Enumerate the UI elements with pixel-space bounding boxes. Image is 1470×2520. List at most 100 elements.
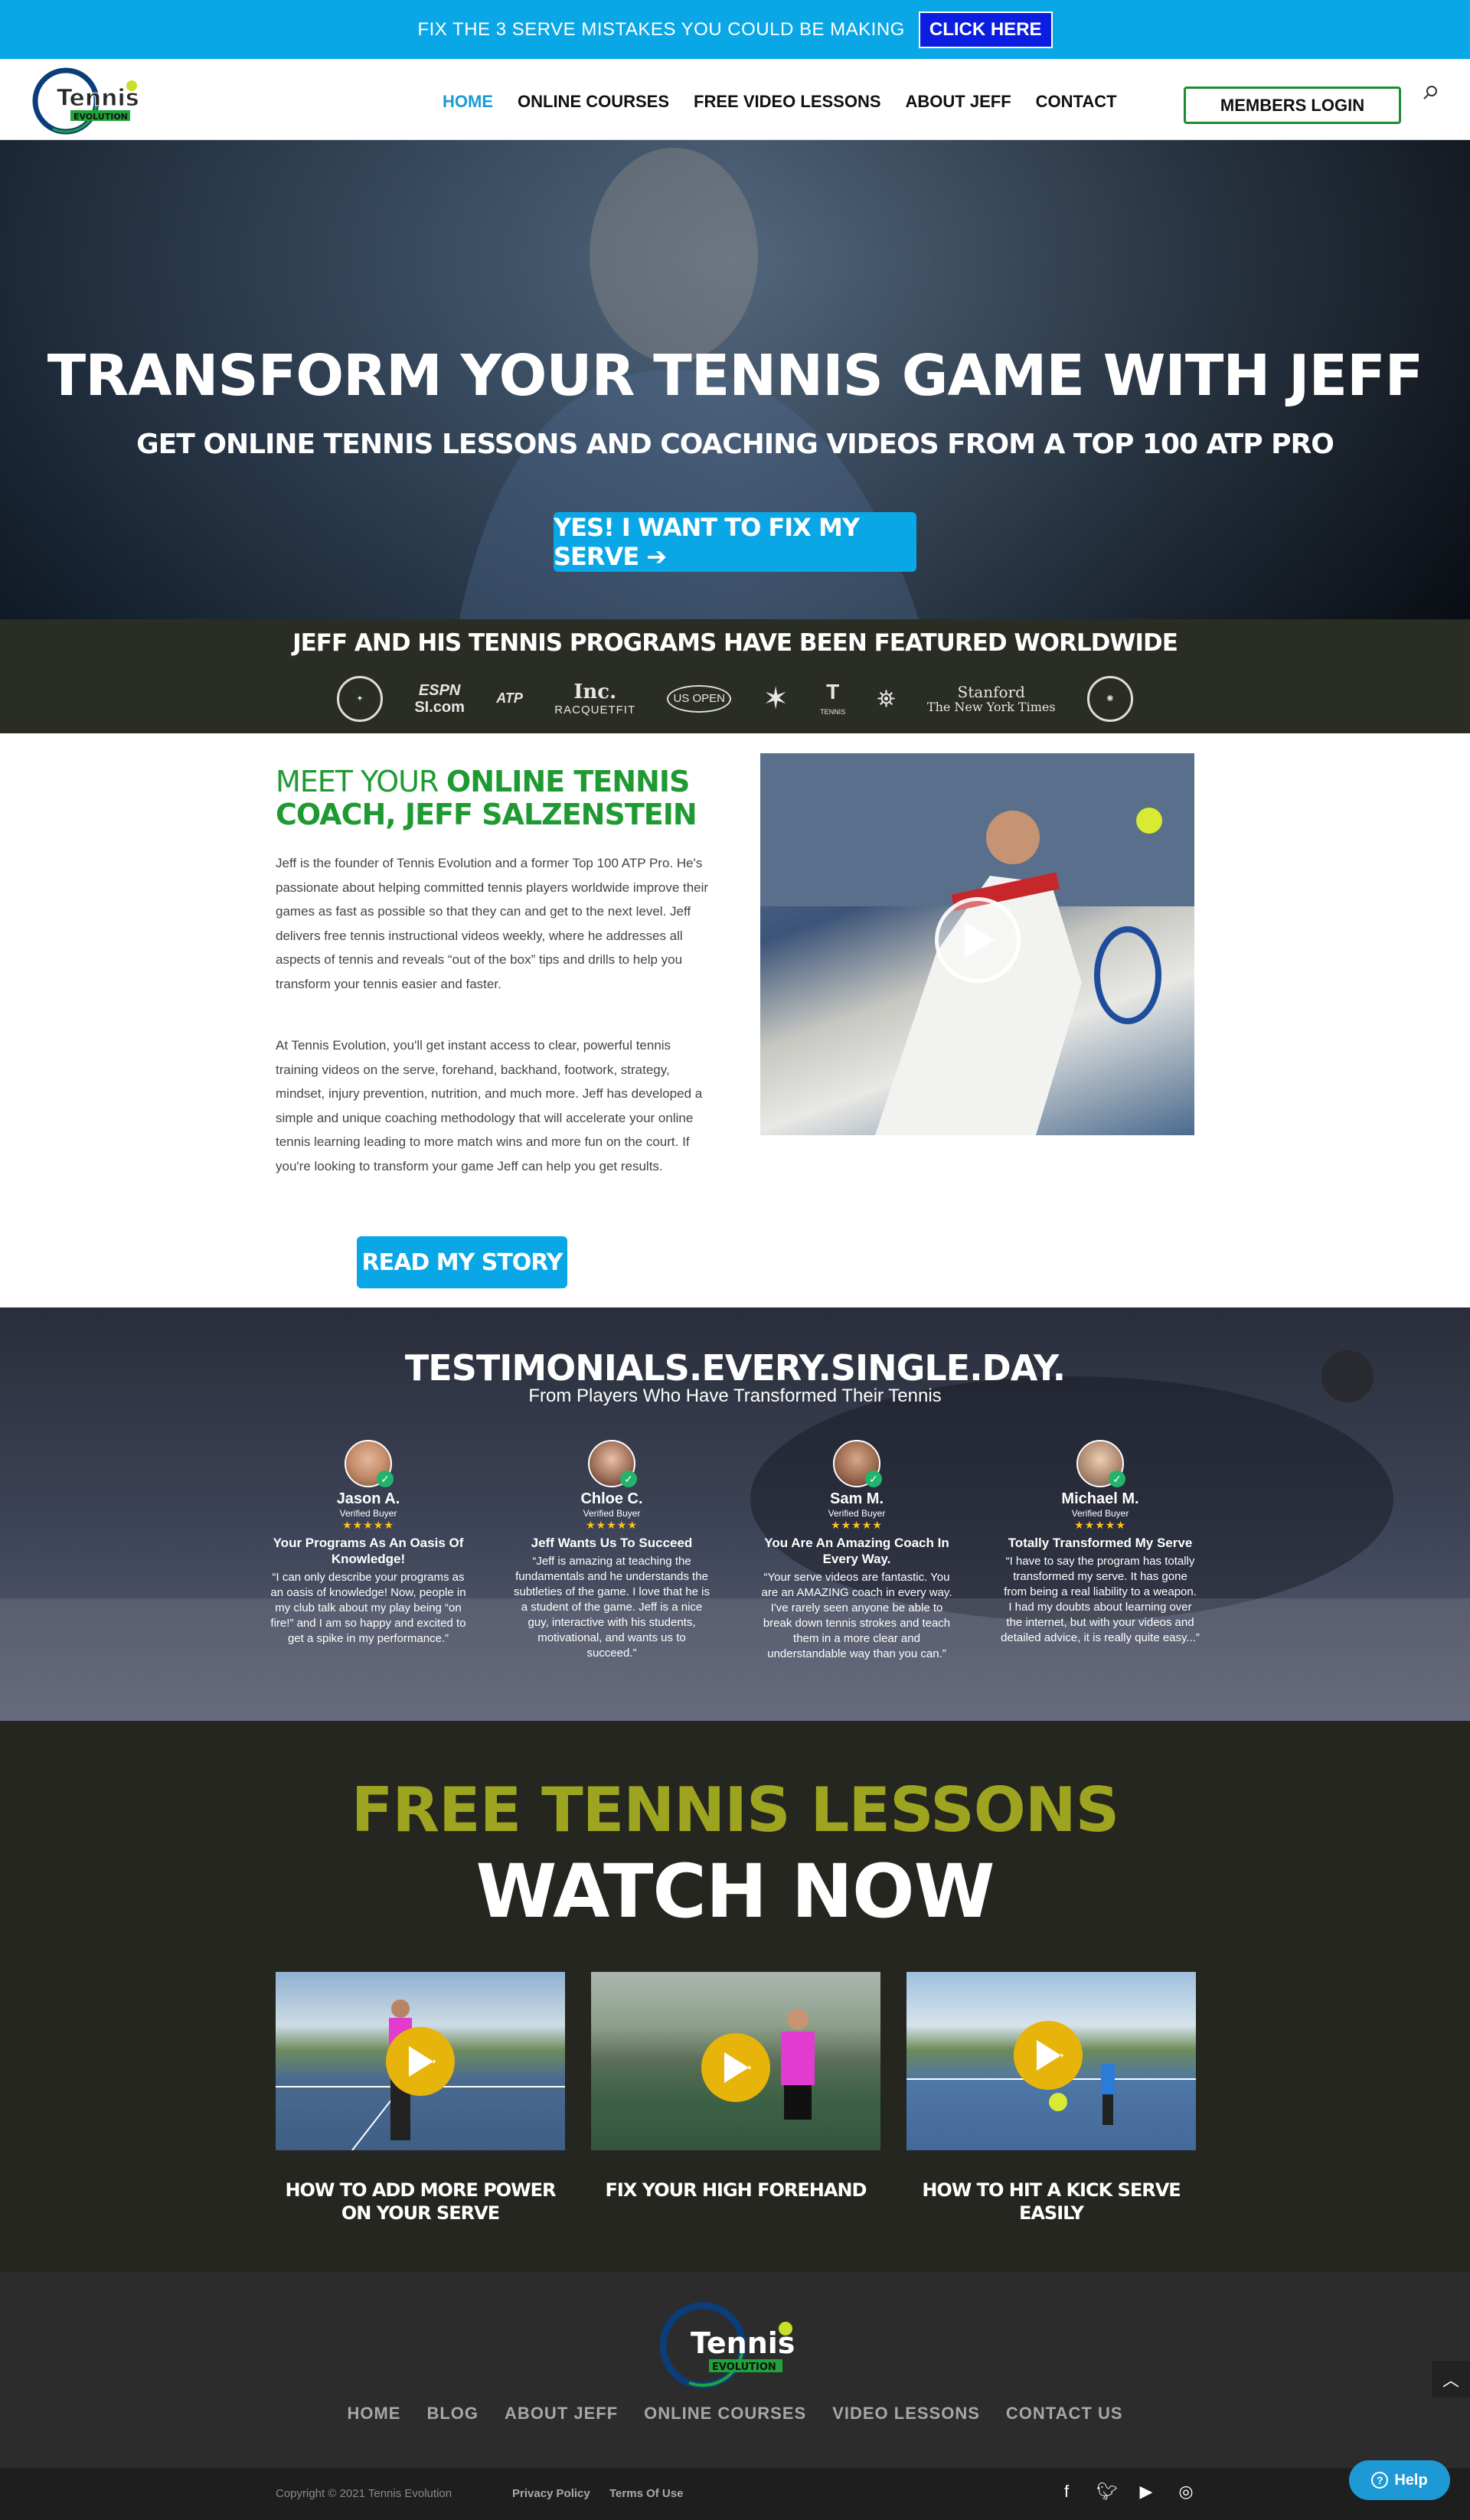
testimonial-headline: Jeff Wants Us To Succeed — [531, 1536, 693, 1550]
announcement-bar: FIX THE 3 SERVE MISTAKES YOU COULD BE MA… — [0, 0, 1470, 59]
members-login-button[interactable]: MEMBERS LOGIN — [1184, 87, 1401, 124]
avatar: ✓ — [345, 1440, 394, 1487]
social-links: f 🐦︎ ▶ ◎ — [1057, 2482, 1196, 2502]
avatar: ✓ — [1076, 1440, 1125, 1487]
avatar: ✓ — [833, 1440, 882, 1487]
logo-text: Tennis — [57, 85, 139, 112]
verified-label: Verified Buyer — [339, 1508, 397, 1519]
meet-title-light: MEET YOUR — [276, 765, 439, 798]
youtube-icon[interactable]: ▶ — [1136, 2482, 1156, 2502]
verified-label: Verified Buyer — [1071, 1508, 1129, 1519]
nav-home[interactable]: HOME — [443, 92, 493, 112]
copyright-text: Copyright © 2021 Tennis Evolution — [276, 2487, 452, 2500]
hero-title: TRANSFORM YOUR TENNIS GAME WITH JEFF — [47, 343, 1423, 409]
meet-paragraph-2: At Tennis Evolution, you'll get instant … — [276, 1038, 703, 1173]
testimonial-headline: Your Programs As An Oasis Of Knowledge! — [273, 1536, 464, 1566]
atp-logo: ATP — [496, 690, 523, 707]
click-here-button[interactable]: CLICK HERE — [918, 11, 1053, 48]
lesson-thumbnail[interactable] — [276, 1972, 565, 2150]
play-icon[interactable] — [935, 897, 1021, 983]
verified-check-icon: ✓ — [1109, 1471, 1125, 1487]
twitter-icon[interactable]: 🐦︎ — [1096, 2482, 1118, 2502]
testimonial-card: ✓ Chloe C. Verified Buyer ★★★★★ Jeff Wan… — [512, 1440, 711, 1661]
search-icon[interactable] — [1423, 84, 1439, 106]
inc-racquetfit-logo: Inc. RACQUETFIT — [554, 680, 636, 717]
australian-open-logo: ⛯ — [877, 686, 896, 712]
lesson-caption[interactable]: HOW TO ADD MORE POWER ON YOUR SERVE — [276, 2179, 565, 2225]
testimonial-name: Sam M. — [829, 1490, 884, 1507]
verified-check-icon: ✓ — [377, 1471, 394, 1487]
lesson-caption[interactable]: FIX YOUR HIGH FOREHAND — [591, 2179, 880, 2202]
testimonial-quote: “I have to say the program has totally t… — [1001, 1555, 1200, 1644]
nav-about-jeff[interactable]: ABOUT JEFF — [906, 92, 1011, 112]
play-icon[interactable] — [1014, 2021, 1083, 2090]
testimonial-quote: “I can only describe your programs as an… — [270, 1571, 466, 1645]
testimonial-card: ✓ Michael M. Verified Buyer ★★★★★ Totall… — [1001, 1440, 1200, 1646]
testimonials-subtitle: From Players Who Have Transformed Their … — [528, 1386, 942, 1406]
tennis-channel-logo: T TENNIS — [820, 679, 846, 716]
footer-logo[interactable]: Tennis EVOLUTION — [658, 2298, 812, 2393]
free-lessons-title: FREE TENNIS LESSONS — [351, 1774, 1120, 1846]
verified-label: Verified Buyer — [583, 1508, 641, 1519]
footer-nav-online-courses[interactable]: ONLINE COURSES — [644, 2404, 806, 2424]
scroll-to-top-button[interactable]: ︿ — [1432, 2361, 1470, 2398]
testimonial-name: Michael M. — [1061, 1490, 1139, 1507]
meet-paragraph-1: Jeff is the founder of Tennis Evolution … — [276, 856, 709, 991]
lesson-card[interactable]: HOW TO HIT A KICK SERVE EASILY — [906, 1972, 1196, 2225]
tennis-evolution-logo[interactable]: Tennis EVOLUTION — [31, 63, 153, 138]
lesson-card[interactable]: FIX YOUR HIGH FOREHAND — [591, 1972, 880, 2202]
announcement-text: FIX THE 3 SERVE MISTAKES YOU COULD BE MA… — [417, 18, 905, 40]
roland-garros-logo: ✺ — [1086, 676, 1133, 722]
us-open-logo: US OPEN — [667, 684, 731, 713]
star-rating: ★★★★★ — [586, 1519, 638, 1531]
featured-logos: ✦ ESPN SI.com ATP Inc. RACQUETFIT US OPEN … — [337, 672, 1133, 726]
facebook-icon[interactable]: f — [1057, 2482, 1076, 2502]
star-rating: ★★★★★ — [342, 1519, 394, 1531]
stanford-nyt-logo: Stanford The New York Times — [926, 683, 1056, 715]
instagram-icon[interactable]: ◎ — [1176, 2482, 1196, 2502]
testimonial-name: Jason A. — [336, 1490, 400, 1507]
verified-check-icon: ✓ — [620, 1471, 637, 1487]
testimonial-card: ✓ Jason A. Verified Buyer ★★★★★ Your Pro… — [269, 1440, 468, 1647]
terms-of-use-link[interactable]: Terms Of Use — [609, 2487, 683, 2500]
main-nav: HOME ONLINE COURSES FREE VIDEO LESSONS A… — [443, 92, 1117, 112]
play-icon[interactable] — [386, 2027, 455, 2096]
logo-subtext: EVOLUTION — [74, 112, 128, 122]
play-icon[interactable] — [701, 2033, 770, 2102]
nav-free-video-lessons[interactable]: FREE VIDEO LESSONS — [694, 92, 881, 112]
read-my-story-button[interactable]: READ MY STORY — [357, 1236, 567, 1288]
lesson-caption[interactable]: HOW TO HIT A KICK SERVE EASILY — [906, 2179, 1196, 2225]
testimonial-headline: Totally Transformed My Serve — [1008, 1536, 1193, 1550]
privacy-policy-link[interactable]: Privacy Policy — [512, 2487, 590, 2500]
testimonial-name: Chloe C. — [580, 1490, 643, 1507]
star-rating: ★★★★★ — [831, 1519, 883, 1531]
help-label: Help — [1394, 2471, 1428, 2489]
star-rating: ★★★★★ — [1074, 1519, 1126, 1531]
lesson-card[interactable]: HOW TO ADD MORE POWER ON YOUR SERVE — [276, 1972, 565, 2225]
nav-online-courses[interactable]: ONLINE COURSES — [518, 92, 669, 112]
footer-nav-contact-us[interactable]: CONTACT US — [1006, 2404, 1123, 2424]
help-icon: ? — [1371, 2472, 1389, 2489]
footer-logo-text: Tennis — [691, 2326, 795, 2360]
testimonial-quote: “Your serve videos are fantastic. You ar… — [761, 1571, 952, 1660]
footer-logo-subtext: EVOLUTION — [712, 2362, 776, 2373]
help-button[interactable]: ? Help — [1349, 2460, 1450, 2500]
avatar: ✓ — [588, 1440, 637, 1487]
testimonial-quote: “Jeff is amazing at teaching the fundame… — [514, 1555, 710, 1660]
footer-nav-video-lessons[interactable]: VIDEO LESSONS — [832, 2404, 980, 2424]
testimonial-card: ✓ Sam M. Verified Buyer ★★★★★ You Are An… — [757, 1440, 956, 1662]
footer-nav-about-jeff[interactable]: ABOUT JEFF — [505, 2404, 618, 2424]
verified-label: Verified Buyer — [828, 1508, 886, 1519]
nav-contact[interactable]: CONTACT — [1036, 92, 1117, 112]
lesson-thumbnail[interactable] — [591, 1972, 880, 2150]
testimonials-title: TESTIMONIALS.EVERY.SINGLE.DAY. — [404, 1347, 1066, 1389]
verified-check-icon: ✓ — [865, 1471, 882, 1487]
meet-coach-title: MEET YOUR ONLINE TENNIS COACH, JEFF SALZ… — [276, 765, 704, 831]
watch-now-title: WATCH NOW — [475, 1849, 995, 1934]
wimbledon-logo: ✦ — [337, 676, 383, 722]
lesson-thumbnail[interactable] — [906, 1972, 1196, 2150]
coach-video[interactable] — [760, 753, 1194, 1135]
footer-nav-blog[interactable]: BLOG — [426, 2404, 479, 2424]
fix-serve-button[interactable]: YES! I WANT TO FIX MY SERVE ➔ — [554, 512, 916, 572]
footer-nav-home[interactable]: HOME — [347, 2404, 400, 2424]
